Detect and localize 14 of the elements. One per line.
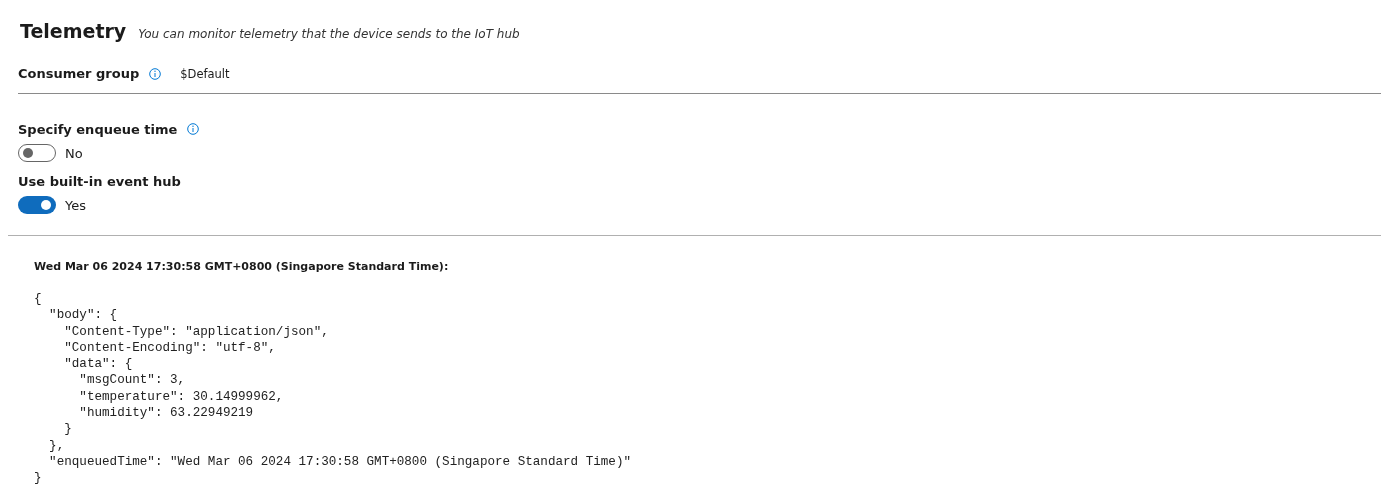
toggle-switch[interactable] xyxy=(18,196,56,214)
toggle-switch[interactable] xyxy=(18,144,56,162)
toggle-label: Specify enqueue time xyxy=(18,121,178,137)
field-value: $Default xyxy=(180,66,230,81)
page-title: Telemetry xyxy=(20,20,127,42)
page-subtitle: You can monitor telemetry that the device sends to the IoT hub xyxy=(138,27,520,41)
info-icon[interactable] xyxy=(187,123,200,135)
json-text: { "body": { "Content-Type": "application/json", "Content-Encoding": "utf-8", "data": { "msgCount": 3, "temperature": 30.14999962, "humidity": 63.22949219 } }, "enqueuedTime": "Wed Mar 06 2024 17:30:58 GMT+0800 (Singapore Standard Time)" } xyxy=(34,291,632,487)
message-timestamp: Wed Mar 06 2024 17:30:58 GMT+0800 (Singapore Standard Time): xyxy=(34,260,450,273)
info-icon[interactable] xyxy=(149,67,162,80)
toggle-state: Yes xyxy=(65,197,86,213)
field-label: Consumer group xyxy=(18,66,140,81)
toggle-state: No xyxy=(65,145,83,161)
toggle-label: Use built-in event hub xyxy=(18,173,181,189)
